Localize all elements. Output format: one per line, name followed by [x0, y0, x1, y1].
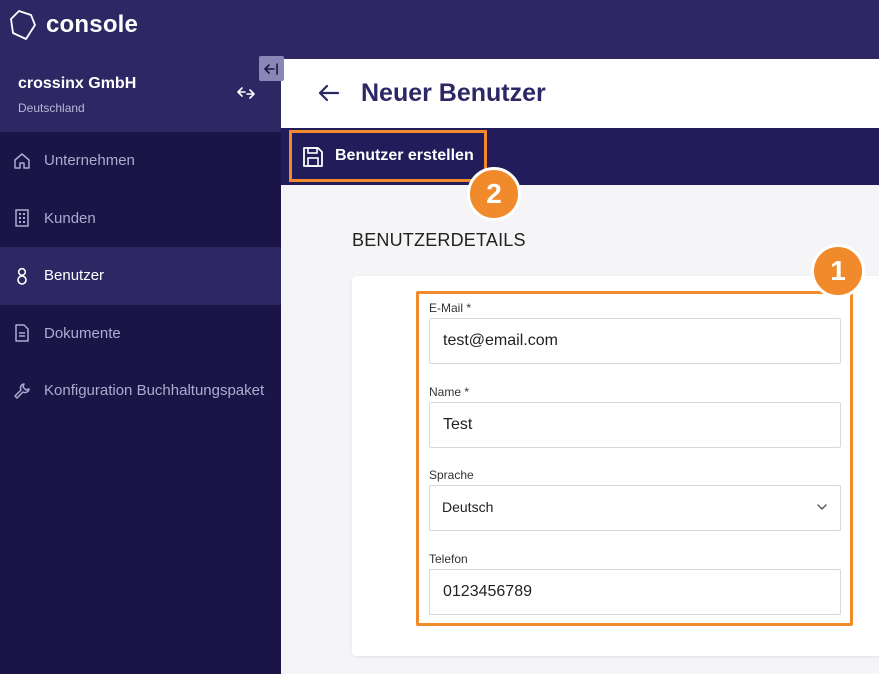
top-bar: console: [0, 0, 879, 59]
create-user-button[interactable]: Benutzer erstellen: [289, 130, 487, 182]
sidebar-item-label: Unternehmen: [44, 152, 135, 170]
phone-label: Telefon: [429, 552, 468, 566]
sidebar-nav: Unternehmen Kunden Benutzer Dokumente Ko…: [0, 132, 281, 420]
chevron-down-icon: [817, 504, 827, 510]
sidebar-item-label: Benutzer: [44, 267, 105, 285]
back-arrow-icon[interactable]: [317, 83, 341, 103]
name-value: Test: [443, 416, 473, 433]
phone-value: 0123456789: [443, 583, 532, 600]
email-field[interactable]: test@email.com: [429, 318, 841, 364]
sidebar-item-konfiguration[interactable]: Konfiguration Buchhaltungspaket: [0, 362, 281, 420]
save-icon: [303, 147, 323, 167]
sidebar-item-label: Konfiguration Buchhaltungspaket: [44, 382, 265, 400]
sidebar-item-label: Kunden: [44, 209, 96, 227]
step-badge-2: 2: [467, 167, 521, 221]
page-title: Neuer Benutzer: [361, 79, 546, 107]
home-icon: [12, 151, 32, 171]
sidebar-item-kunden[interactable]: Kunden: [0, 190, 281, 248]
app-title: console: [46, 11, 139, 38]
sidebar-item-dokumente[interactable]: Dokumente: [0, 305, 281, 363]
phone-field[interactable]: 0123456789: [429, 569, 841, 615]
email-value: test@email.com: [443, 332, 558, 349]
sidebar-item-benutzer[interactable]: Benutzer: [0, 247, 281, 305]
user-icon: [12, 266, 32, 286]
company-country: Deutschland: [18, 101, 85, 115]
building-icon: [12, 208, 32, 228]
email-label: E-Mail *: [429, 301, 472, 315]
sidebar: crossinx GmbH Deutschland Unternehmen Ku…: [0, 59, 281, 674]
name-field[interactable]: Test: [429, 402, 841, 448]
create-user-label: Benutzer erstellen: [335, 147, 474, 164]
language-value: Deutsch: [442, 499, 494, 515]
company-switcher[interactable]: crossinx GmbH Deutschland: [0, 59, 281, 132]
collapse-left-icon: [263, 62, 278, 75]
wrench-icon: [12, 381, 32, 401]
language-select[interactable]: Deutsch: [429, 485, 841, 531]
page-header: Neuer Benutzer: [281, 59, 879, 128]
document-icon: [12, 323, 32, 343]
name-label: Name *: [429, 385, 470, 399]
logo-icon: [10, 10, 36, 40]
swap-icon[interactable]: [236, 86, 256, 100]
step-badge-1: 1: [811, 244, 865, 298]
sidebar-item-label: Dokumente: [44, 324, 121, 342]
section-title: BENUTZERDETAILS: [352, 230, 526, 250]
company-name: crossinx GmbH: [18, 75, 137, 92]
sidebar-item-unternehmen[interactable]: Unternehmen: [0, 132, 281, 190]
language-label: Sprache: [429, 468, 474, 482]
action-toolbar: Benutzer erstellen: [281, 128, 879, 185]
collapse-sidebar-button[interactable]: [259, 56, 284, 81]
